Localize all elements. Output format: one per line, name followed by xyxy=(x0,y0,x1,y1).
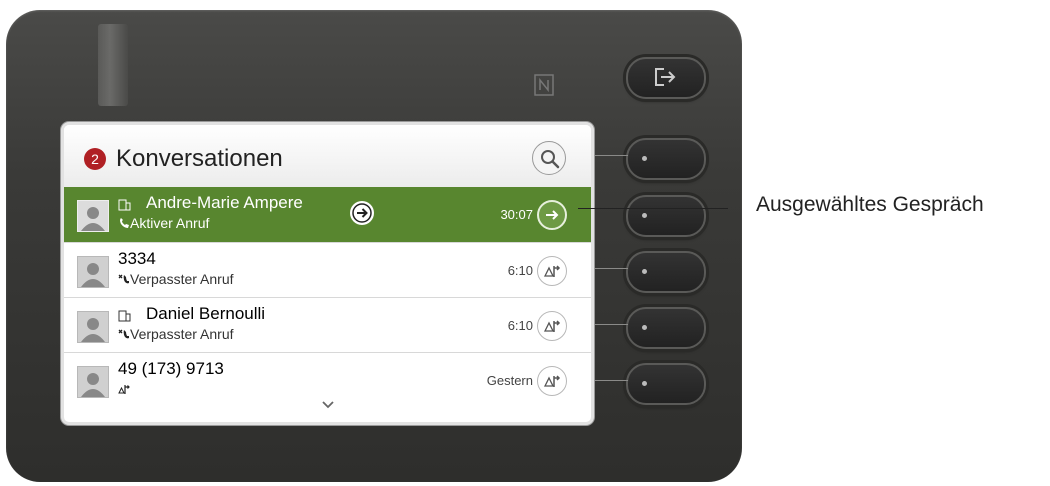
missed-call-icon xyxy=(118,329,129,339)
key-connector xyxy=(594,380,628,381)
person-icon xyxy=(81,373,105,397)
key-connector xyxy=(594,155,628,156)
key-dot-icon xyxy=(642,325,647,330)
handset-slot xyxy=(98,24,128,106)
annotation-line xyxy=(578,208,728,209)
search-button[interactable] xyxy=(532,141,566,175)
person-icon xyxy=(81,318,105,342)
outgoing-call-icon xyxy=(118,385,130,394)
line-key-4[interactable] xyxy=(626,307,706,349)
call-time: 6:10 xyxy=(507,318,533,333)
unread-badge: 2 xyxy=(84,148,106,170)
display-screen: 2 Konversationen Andre-Marie Ampere Akti… xyxy=(61,122,594,425)
contact-name: 3334 xyxy=(118,249,156,268)
contact-name: 49 (173) 9713 xyxy=(118,359,224,378)
key-connector xyxy=(594,324,628,325)
avatar xyxy=(77,311,109,343)
line-key-1[interactable] xyxy=(626,138,706,180)
line-key-3[interactable] xyxy=(626,251,706,293)
avatar xyxy=(77,366,109,398)
key-dot-icon xyxy=(642,269,647,274)
callback-icon xyxy=(543,375,561,387)
line-key-5[interactable] xyxy=(626,363,706,405)
person-icon xyxy=(81,207,105,231)
callback-button[interactable] xyxy=(537,311,567,341)
arrow-right-icon xyxy=(352,203,372,223)
phone-active-icon xyxy=(120,218,129,228)
conversation-row-selected[interactable]: Andre-Marie Ampere Aktiver Anruf 30:07 xyxy=(64,187,591,242)
call-time: Gestern xyxy=(486,373,533,388)
call-time: 6:10 xyxy=(507,263,533,278)
missed-call-icon xyxy=(118,274,129,284)
nfc-icon xyxy=(534,74,554,96)
logout-icon xyxy=(655,68,676,86)
forward-button[interactable] xyxy=(537,200,567,230)
conversation-row[interactable]: Daniel Bernoulli Verpasster Anruf 6:10 xyxy=(64,297,591,352)
call-time: 30:07 xyxy=(500,207,533,222)
building-icon xyxy=(118,199,131,211)
call-status: Verpasster Anruf xyxy=(130,326,234,342)
callback-icon xyxy=(543,265,561,277)
arrow-right-icon xyxy=(546,210,559,220)
person-icon xyxy=(81,263,105,287)
callback-icon xyxy=(543,320,561,332)
callback-button[interactable] xyxy=(537,366,567,396)
chevron-down-icon[interactable] xyxy=(322,401,334,409)
annotation-label: Ausgewähltes Gespräch xyxy=(756,193,984,216)
logout-button[interactable] xyxy=(626,57,706,99)
contact-name: Andre-Marie Ampere xyxy=(146,193,303,212)
call-status: Aktiver Anruf xyxy=(130,215,210,231)
conversation-row[interactable]: 3334 Verpasster Anruf 6:10 xyxy=(64,242,591,297)
key-dot-icon xyxy=(642,156,647,161)
avatar xyxy=(77,256,109,288)
inline-arrow-button[interactable] xyxy=(350,201,374,225)
contact-name: Daniel Bernoulli xyxy=(146,304,266,323)
search-icon xyxy=(541,150,560,169)
callback-button[interactable] xyxy=(537,256,567,286)
line-key-2[interactable] xyxy=(626,195,706,237)
screen-header: 2 Konversationen xyxy=(64,125,591,187)
call-status: Verpasster Anruf xyxy=(130,271,234,287)
key-dot-icon xyxy=(642,381,647,386)
key-dot-icon xyxy=(642,213,647,218)
page-title: Konversationen xyxy=(116,145,283,172)
conversation-row[interactable]: 49 (173) 9713 Gestern xyxy=(64,352,591,407)
key-connector xyxy=(594,268,628,269)
avatar xyxy=(77,200,109,232)
building-icon xyxy=(118,310,131,322)
